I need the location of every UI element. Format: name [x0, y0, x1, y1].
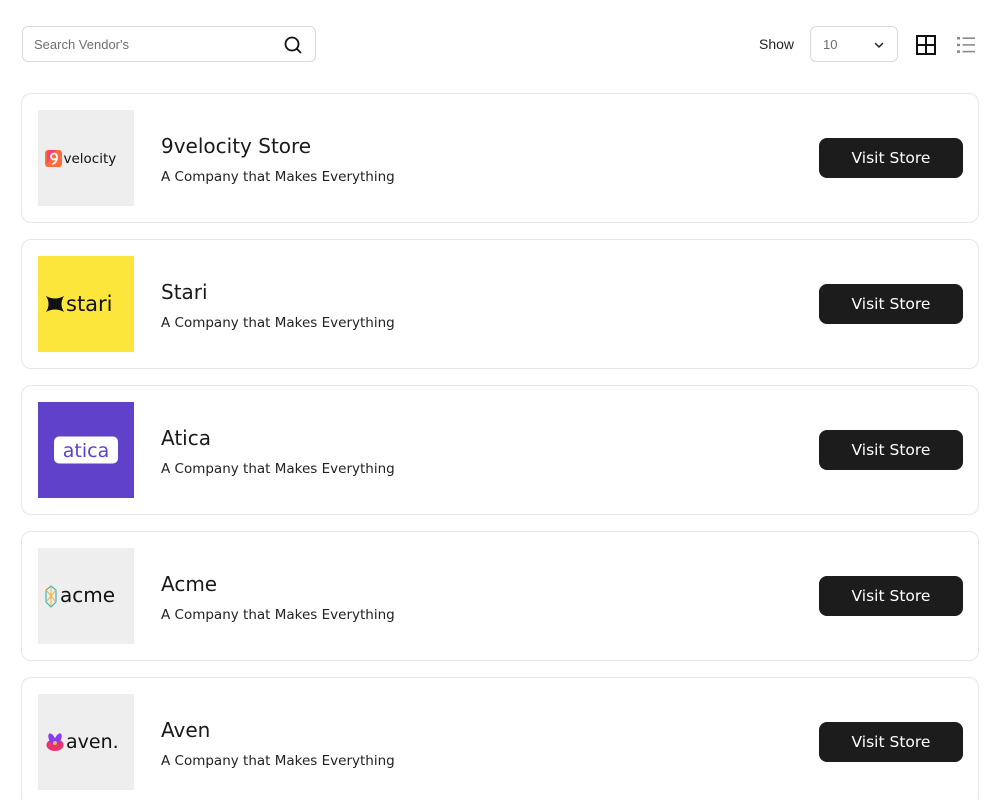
search-box [22, 26, 316, 62]
vendor-description: A Company that Makes Everything [161, 315, 395, 331]
svg-text:acme: acme [60, 583, 115, 607]
vendor-name: Stari [161, 280, 208, 304]
velocity-logo-icon: velocity [45, 150, 117, 167]
svg-text:aven.: aven. [66, 731, 119, 753]
vendor-name: Acme [161, 572, 218, 596]
atica-logo-icon: atica [54, 436, 118, 464]
stari-logo-icon: stari [46, 292, 113, 316]
vendor-name: 9velocity Store [161, 134, 312, 158]
list-view-icon[interactable] [955, 34, 977, 56]
vendor-card: acme Acme A Company that Makes Everythin… [21, 531, 979, 661]
page-size-value: 10 [823, 37, 838, 52]
vendor-logo-stari: stari [38, 256, 134, 352]
grid-view-icon[interactable] [915, 34, 937, 56]
svg-text:atica: atica [63, 440, 109, 462]
visit-store-button[interactable]: Visit Store [819, 138, 963, 178]
visit-store-button[interactable]: Visit Store [819, 284, 963, 324]
vendor-card: stari Stari A Company that Makes Everyth… [21, 239, 979, 369]
aven-logo-icon: aven. [46, 731, 119, 753]
page-size-select[interactable]: 10 [810, 26, 898, 62]
show-label: Show [759, 36, 795, 52]
vendor-description: A Company that Makes Everything [161, 461, 395, 477]
vendor-logo-9velocity: velocity [38, 110, 134, 206]
vendor-card: atica Atica A Company that Makes Everyth… [21, 385, 979, 515]
acme-logo-icon: acme [45, 583, 115, 608]
vendor-logo-aven: aven. [38, 694, 134, 790]
vendor-description: A Company that Makes Everything [161, 753, 395, 769]
toolbar: Show 10 [22, 26, 978, 62]
search-icon[interactable] [283, 35, 303, 55]
search-input[interactable] [34, 27, 274, 61]
vendor-logo-atica: atica [38, 402, 134, 498]
vendor-name: Atica [161, 426, 211, 450]
vendor-logo-acme: acme [38, 548, 134, 644]
vendor-description: A Company that Makes Everything [161, 607, 395, 623]
vendor-description: A Company that Makes Everything [161, 169, 395, 185]
vendor-card: velocity 9velocity Store A Company that … [21, 93, 979, 223]
vendor-name: Aven [161, 718, 211, 742]
vendor-card: aven. Aven A Company that Makes Everythi… [21, 677, 979, 800]
chevron-down-icon [874, 42, 884, 48]
visit-store-button[interactable]: Visit Store [819, 576, 963, 616]
svg-text:velocity: velocity [64, 151, 117, 167]
svg-text:stari: stari [66, 292, 113, 316]
vendor-list: velocity 9velocity Store A Company that … [21, 93, 979, 800]
visit-store-button[interactable]: Visit Store [819, 430, 963, 470]
visit-store-button[interactable]: Visit Store [819, 722, 963, 762]
